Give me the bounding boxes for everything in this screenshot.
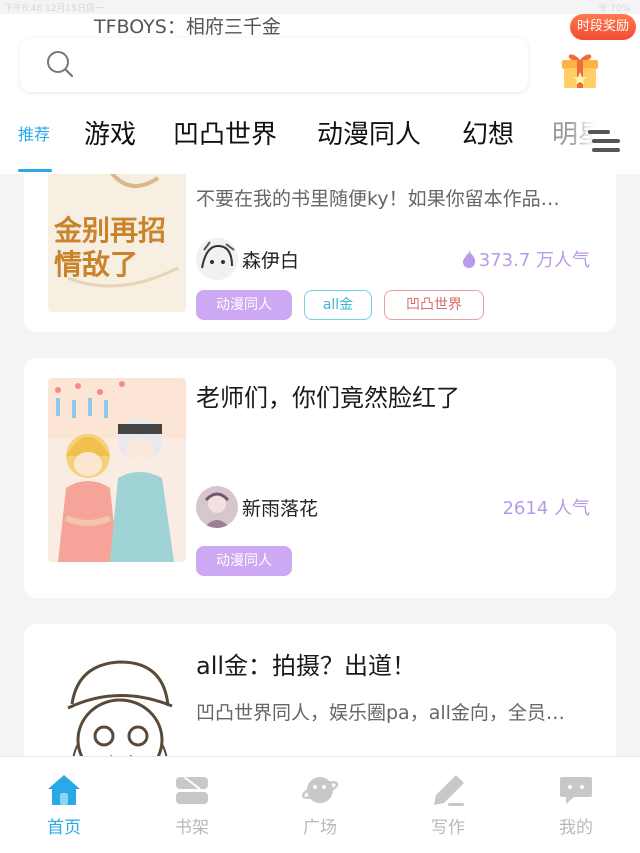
tabbar-bookshelf-label: 书架 — [175, 818, 209, 838]
bookshelf-icon — [176, 776, 208, 804]
tag-anime-fanfic[interactable]: 动漫同人 — [196, 290, 292, 320]
tag-aotu-world[interactable]: 凹凸世界 — [384, 290, 484, 320]
tab-anime-fanfic[interactable]: 动漫同人 — [317, 114, 421, 174]
book-cover: 金别再招情敌了 — [48, 174, 186, 312]
status-bar: 下午8:48 12月15日周一 令 70% — [0, 0, 640, 14]
tag-all-jin[interactable]: all金 — [304, 290, 372, 320]
search-icon — [47, 51, 74, 78]
bottom-tab-bar: 首页 书架 广场 写作 我的 — [0, 756, 640, 853]
tabbar-me[interactable]: 我的 — [536, 757, 616, 853]
tabbar-square[interactable]: 广场 — [280, 757, 360, 853]
book-description: 不要在我的书里随便ky！如果你留本作品… — [196, 188, 560, 210]
status-time: 下午8:48 12月15日周一 — [4, 4, 104, 14]
pen-icon — [434, 775, 464, 806]
author-name: 新雨落花 — [242, 498, 319, 520]
status-battery: 令 70% — [598, 4, 630, 14]
tabbar-square-label: 广场 — [303, 818, 337, 838]
tabbar-home[interactable]: 首页 — [24, 757, 104, 853]
category-tabs: 推荐 游戏 凹凸世界 动漫同人 幻想 明星 — [0, 114, 640, 174]
cover-art — [48, 378, 186, 562]
book-feed[interactable]: 金别再招情敌了 不要在我的书里随便ky！如果你留本作品… 森伊白 373.7 万… — [0, 174, 640, 756]
tabbar-me-label: 我的 — [559, 818, 593, 838]
popularity: 373.7 万人气 — [461, 246, 590, 272]
tabbar-home-label: 首页 — [47, 818, 81, 838]
author-name: 森伊白 — [242, 250, 300, 272]
home-icon — [48, 775, 80, 805]
avatar — [196, 238, 238, 280]
book-cover — [48, 378, 186, 562]
tab-recommend[interactable]: 推荐 — [18, 114, 50, 174]
book-title: all金：拍摄？出道！ — [196, 652, 417, 680]
tab-games[interactable]: 游戏 — [84, 114, 136, 174]
popularity: 2614 人气 — [502, 498, 590, 519]
category-menu-button[interactable] — [570, 114, 640, 172]
cover-art — [48, 644, 186, 756]
tab-aotu-world[interactable]: 凹凸世界 — [173, 114, 277, 174]
book-card[interactable]: 老师们，你们竟然脸红了 新雨落花 2614 人气 动漫同人 — [24, 358, 616, 598]
active-tab-indicator — [18, 169, 52, 172]
reward-badge: 时段奖励 — [570, 14, 637, 40]
menu-icon — [588, 130, 620, 152]
flame-icon — [462, 250, 475, 268]
book-description: 凹凸世界同人，娱乐圈pa，all金向，全员… — [196, 702, 565, 724]
tabbar-bookshelf[interactable]: 书架 — [152, 757, 232, 853]
tabbar-write-label: 写作 — [431, 818, 465, 838]
cover-title: 金别再招情敌了 — [54, 214, 167, 281]
book-title: 老师们，你们竟然脸红了 — [196, 384, 460, 412]
book-card[interactable]: 金别再招情敌了 不要在我的书里随便ky！如果你留本作品… 森伊白 373.7 万… — [24, 174, 616, 332]
search-bar[interactable]: TFBOYS：相府三千金 — [20, 16, 528, 92]
planet-icon — [302, 777, 338, 803]
tag-anime-fanfic[interactable]: 动漫同人 — [196, 546, 292, 576]
popularity-value: 373.7 万人气 — [478, 250, 590, 271]
book-cover — [48, 644, 186, 756]
header: TFBOYS：相府三千金 时段奖励 推荐 游戏 凹凸世界 动漫同人 幻想 明星 — [0, 14, 640, 174]
gift-icon — [562, 54, 598, 88]
tabbar-write[interactable]: 写作 — [408, 757, 488, 853]
search-placeholder: TFBOYS：相府三千金 — [94, 16, 281, 38]
avatar — [196, 486, 238, 528]
time-reward[interactable]: 时段奖励 — [556, 14, 637, 104]
book-card[interactable]: all金：拍摄？出道！ 凹凸世界同人，娱乐圈pa，all金向，全员… — [24, 624, 616, 756]
tab-fantasy[interactable]: 幻想 — [462, 114, 514, 174]
chat-bubble-icon — [560, 777, 592, 804]
